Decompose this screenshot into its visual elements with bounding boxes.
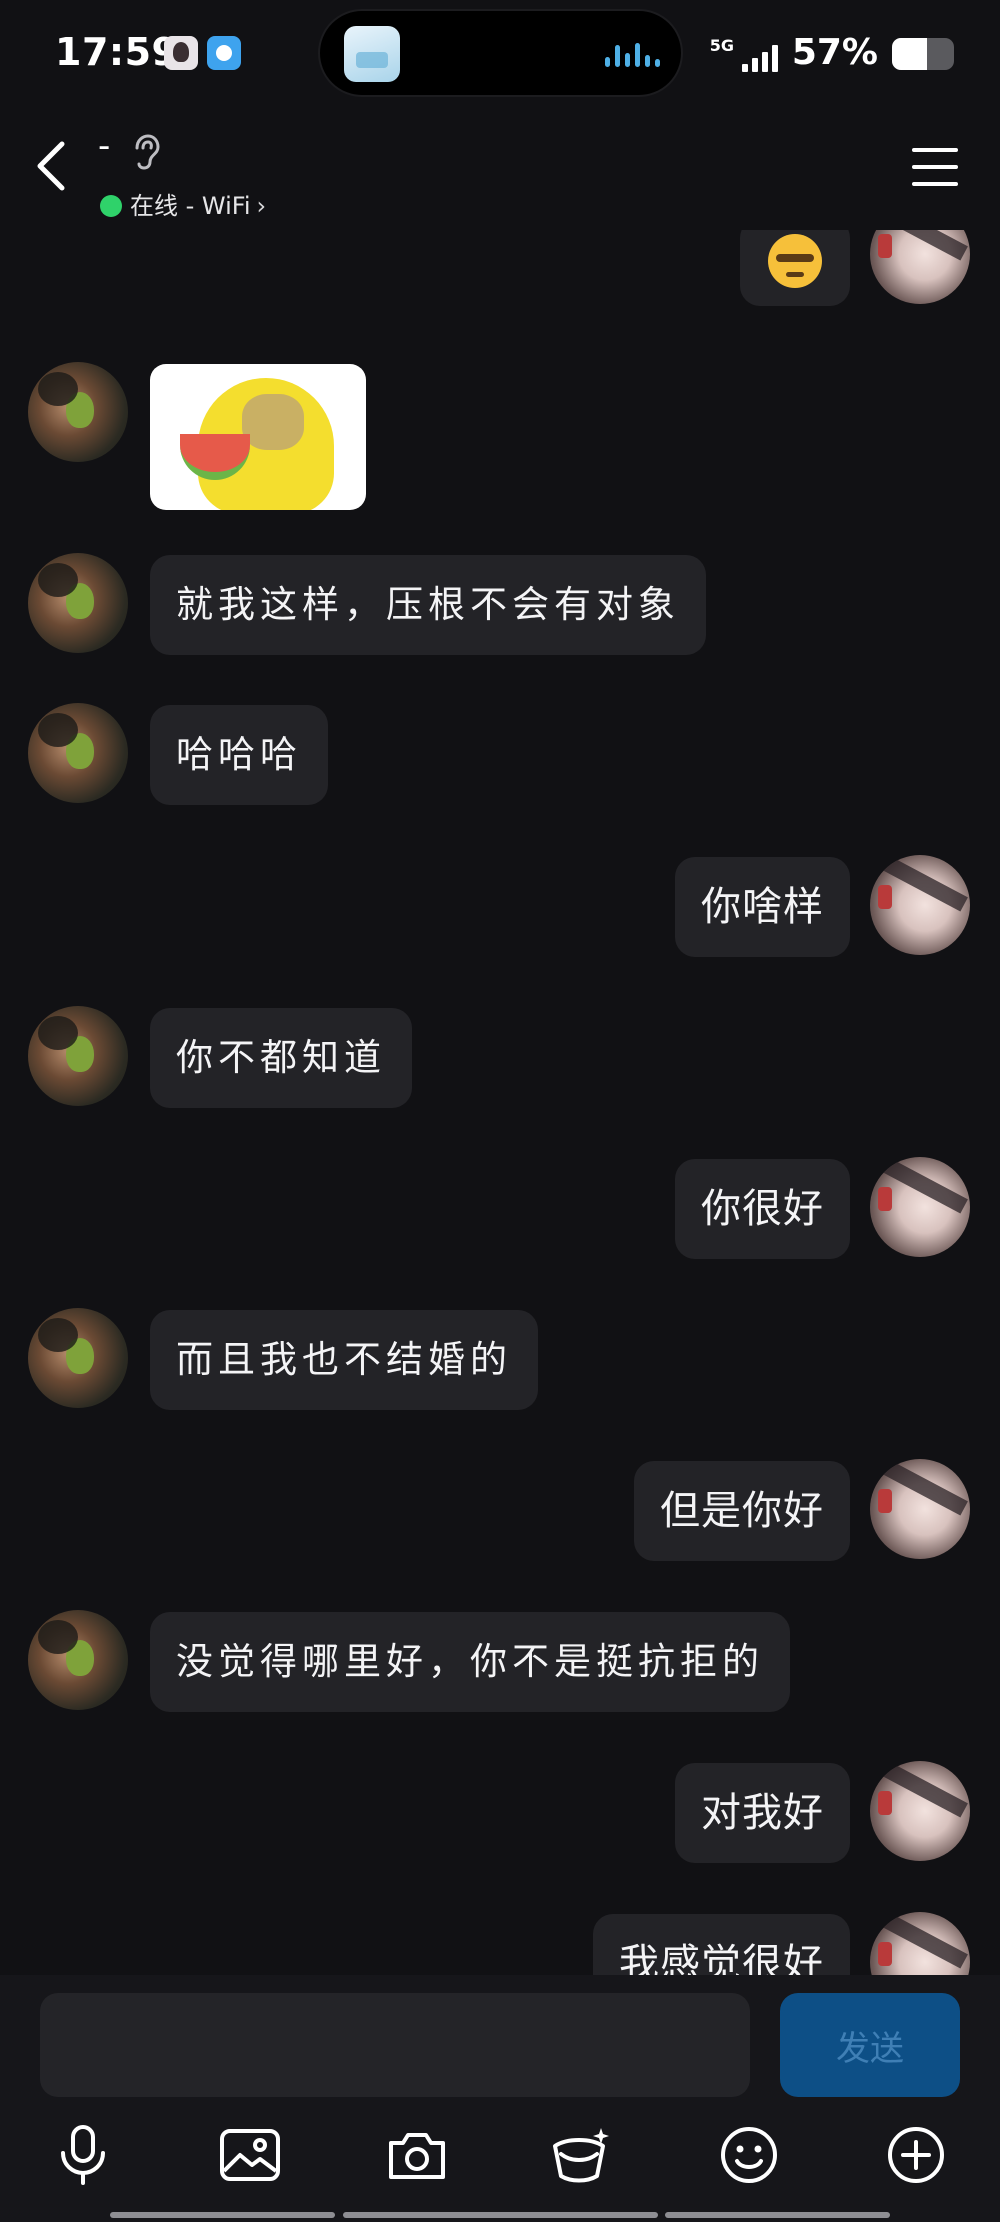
contact-avatar[interactable]: [28, 1006, 128, 1106]
yellow-meme-sticker-icon[interactable]: [150, 364, 366, 510]
online-dot-icon: [100, 195, 122, 217]
battery-level: [892, 38, 928, 70]
online-status[interactable]: 在线 - WiFi ›: [100, 186, 266, 221]
message-bubble[interactable]: 对我好: [675, 1763, 850, 1863]
plus-icon[interactable]: [881, 2120, 951, 2190]
my-avatar[interactable]: [870, 230, 970, 304]
signal-icon: [742, 44, 782, 72]
my-avatar[interactable]: [870, 1761, 970, 1861]
image-icon[interactable]: [215, 2120, 285, 2190]
message-list[interactable]: 就我这样，压根不会有对象 哈哈哈 你啥样 你不都知道 你很好 而且我也不结婚的: [0, 230, 1000, 1975]
chevron-right-icon: ›: [256, 192, 267, 220]
contact-name[interactable]: -: [98, 126, 110, 166]
message-bubble[interactable]: 就我这样，压根不会有对象: [150, 555, 706, 655]
message-bubble[interactable]: 但是你好: [634, 1461, 850, 1561]
contact-avatar[interactable]: [28, 703, 128, 803]
message-bubble[interactable]: 你很好: [675, 1159, 850, 1259]
network-type: 5G: [709, 36, 734, 55]
home-indicator: [343, 2212, 658, 2218]
status-bar: 17:59 5G 57%: [0, 0, 1000, 110]
menu-button[interactable]: [912, 146, 960, 188]
message-bubble[interactable]: 没觉得哪里好，你不是挺抗拒的: [150, 1612, 790, 1712]
composer: 发送: [0, 1975, 1000, 2222]
online-status-text: 在线 - WiFi: [130, 192, 251, 220]
dynamic-island[interactable]: [318, 9, 683, 97]
my-avatar[interactable]: [870, 1157, 970, 1257]
battery-icon: [892, 38, 954, 70]
notification-app-icon: [207, 36, 241, 70]
composer-toolbar: [0, 2120, 1000, 2200]
red-packet-icon[interactable]: [545, 2120, 615, 2190]
status-time: 17:59: [55, 30, 179, 74]
sunglasses-face-emoji-icon: [768, 234, 822, 288]
notification-app-icon: [164, 36, 198, 70]
contact-avatar[interactable]: [28, 362, 128, 462]
contact-avatar[interactable]: [28, 1610, 128, 1710]
contact-avatar[interactable]: [28, 553, 128, 653]
message-bubble[interactable]: 我感觉很好: [593, 1914, 850, 1975]
back-button[interactable]: [28, 136, 78, 196]
home-indicator: [665, 2212, 890, 2218]
send-button[interactable]: 发送: [780, 1993, 960, 2097]
my-avatar[interactable]: [870, 1912, 970, 1975]
media-thumbnail: [344, 26, 400, 82]
my-avatar[interactable]: [870, 855, 970, 955]
audio-wave-icon: [605, 41, 660, 67]
camera-icon[interactable]: [382, 2120, 452, 2190]
contact-avatar[interactable]: [28, 1308, 128, 1408]
message-bubble[interactable]: [740, 230, 850, 306]
message-bubble[interactable]: 你啥样: [675, 857, 850, 957]
chevron-left-icon: [37, 141, 65, 191]
my-avatar[interactable]: [870, 1459, 970, 1559]
message-bubble[interactable]: 你不都知道: [150, 1008, 412, 1108]
chat-header: - 在线 - WiFi ›: [0, 120, 1000, 230]
battery-percent: 57%: [791, 32, 878, 73]
ear-icon[interactable]: [130, 134, 160, 170]
chat-screen: 17:59 5G 57% - 在线 - WiFi › 就我这样，压根不会有对象 …: [0, 0, 1000, 2222]
message-input[interactable]: [40, 1993, 750, 2097]
microphone-icon[interactable]: [48, 2120, 118, 2190]
message-bubble[interactable]: 而且我也不结婚的: [150, 1310, 538, 1410]
emoji-icon[interactable]: [714, 2120, 784, 2190]
message-bubble[interactable]: 哈哈哈: [150, 705, 328, 805]
home-indicator: [110, 2212, 335, 2218]
